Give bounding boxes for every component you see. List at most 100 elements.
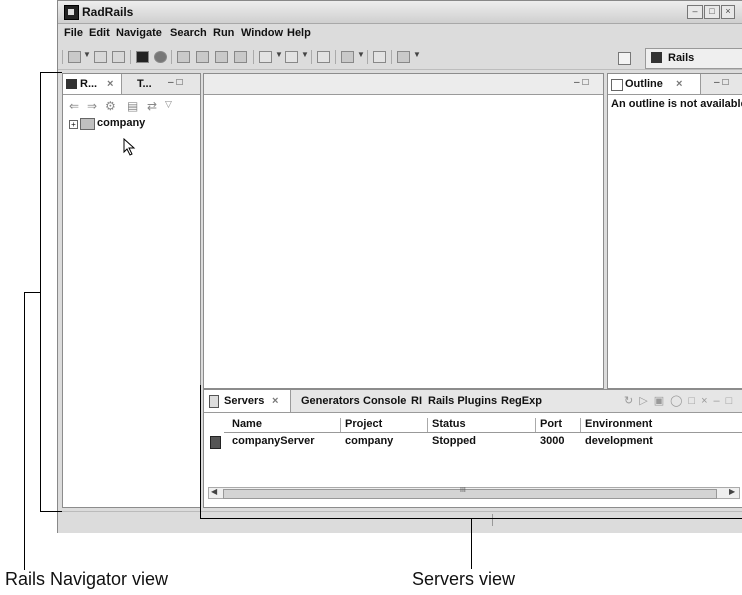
column-header-port[interactable]: Port [540, 418, 562, 430]
editor-area: –□ [203, 73, 604, 389]
previous-annotation-icon[interactable] [285, 51, 298, 63]
chevron-down-icon[interactable]: ▼ [413, 50, 421, 59]
menu-file[interactable]: File [64, 27, 83, 39]
back-icon[interactable] [317, 51, 330, 63]
minimize-icon[interactable]: – [687, 5, 703, 19]
menu-search[interactable]: Search [170, 27, 207, 39]
open-perspective-icon[interactable] [618, 52, 631, 65]
stop-icon[interactable]: ▣ [654, 395, 670, 407]
column-separator[interactable] [340, 418, 341, 432]
column-header-name[interactable]: Name [232, 418, 262, 430]
tab-generators[interactable]: Generators [301, 390, 360, 412]
scroll-left-icon[interactable]: ◀ [211, 487, 217, 496]
callout-leader [200, 385, 201, 518]
tab-ri[interactable]: RI [411, 390, 422, 412]
status-bar [58, 511, 742, 530]
toolbar-separator [62, 50, 63, 64]
scroll-right-icon[interactable]: ▶ [729, 487, 735, 496]
tab-rails-plugins[interactable]: Rails Plugins [428, 390, 497, 412]
server-icon [209, 395, 219, 408]
globe-icon[interactable] [154, 51, 167, 63]
minimize-maximize-icon[interactable]: –□ [714, 395, 739, 407]
chevron-down-icon[interactable]: ▼ [275, 50, 283, 59]
tab-console[interactable]: Console [363, 390, 406, 412]
chevron-down-icon[interactable]: ▼ [301, 50, 309, 59]
new-icon[interactable] [68, 51, 81, 63]
project-folder-icon [80, 118, 95, 130]
column-separator[interactable] [580, 418, 581, 432]
collapse-all-icon[interactable]: ▤ [127, 99, 138, 113]
tab-regexp[interactable]: RegExp [501, 390, 542, 412]
callout-leader [24, 292, 41, 293]
scrollbar-grip: III [460, 487, 466, 494]
menu-window[interactable]: Window [241, 27, 283, 39]
callout-leader [40, 72, 62, 73]
minimize-maximize-icon[interactable]: –□ [714, 77, 732, 88]
menu-navigate[interactable]: Navigate [116, 27, 162, 39]
chevron-down-icon[interactable]: ▼ [357, 50, 365, 59]
window-title: RadRails [82, 5, 134, 19]
navigator-tab-bar: R... × T... –□ [63, 74, 200, 95]
close-icon[interactable]: × [272, 390, 278, 412]
perspective-label: Rails [668, 52, 695, 64]
expand-icon[interactable]: + [69, 120, 78, 129]
horizontal-scrollbar[interactable]: ◀ III ▶ [208, 487, 740, 499]
maximize-icon[interactable]: □ [704, 5, 720, 19]
refresh-icon[interactable]: ↻ [624, 395, 639, 407]
remove-icon[interactable]: × [701, 395, 713, 407]
forward-arrow-icon[interactable]: ⇒ [87, 99, 97, 113]
back-arrow-icon[interactable]: ⇐ [69, 99, 79, 113]
pencil-icon[interactable] [373, 51, 386, 63]
radrails-window: RadRails – □ × File Edit Navigate Search… [57, 0, 742, 533]
minimize-maximize-icon[interactable]: –□ [574, 77, 592, 88]
home-icon[interactable]: ⚙ [105, 99, 116, 113]
print-icon[interactable] [112, 51, 125, 63]
tab-test[interactable]: T... [127, 74, 157, 94]
callout-leader [24, 292, 25, 570]
save-icon[interactable] [94, 51, 107, 63]
navigator-view-toolbar: ⇐ ⇒ ⚙ ▤ ⇄ ▽ [69, 99, 193, 113]
column-separator[interactable] [427, 418, 428, 432]
browse-icon[interactable]: ◯ [670, 395, 688, 407]
tab-servers[interactable]: Servers × [204, 390, 291, 412]
cell-status: Stopped [432, 435, 476, 447]
toolbar-separator [335, 50, 336, 64]
terminal-icon[interactable] [136, 51, 149, 63]
minimize-maximize-icon[interactable]: –□ [168, 77, 186, 88]
menu-help[interactable]: Help [287, 27, 311, 39]
column-separator[interactable] [535, 418, 536, 432]
column-header-status[interactable]: Status [432, 418, 466, 430]
rails-navigator-view: R... × T... –□ ⇐ ⇒ ⚙ ▤ ⇄ ▽ + company [62, 73, 201, 508]
table-row[interactable]: companyServer company Stopped 3000 devel… [210, 435, 742, 449]
outline-view: Outline × –□ An outline is not available… [607, 73, 742, 389]
column-header-project[interactable]: Project [345, 418, 382, 430]
rails-perspective-button[interactable]: Rails [645, 48, 742, 69]
search-icon[interactable] [397, 51, 410, 63]
menu-edit[interactable]: Edit [89, 27, 110, 39]
menu-bar: File Edit Navigate Search Run Window Hel… [58, 24, 742, 42]
migration-icon[interactable] [234, 51, 247, 63]
toolbar-separator [391, 50, 392, 64]
controller-icon[interactable] [196, 51, 209, 63]
link-editor-icon[interactable]: ⇄ [147, 99, 157, 113]
callout-rails-navigator: Rails Navigator view [5, 569, 169, 589]
model-icon[interactable] [215, 51, 228, 63]
add-icon[interactable]: □ [688, 395, 701, 407]
start-icon[interactable]: ▷ [639, 395, 653, 407]
scrollbar-thumb[interactable]: III [223, 487, 717, 499]
status-separator [492, 514, 493, 526]
menu-run[interactable]: Run [213, 27, 234, 39]
view-menu-icon[interactable]: ▽ [165, 99, 172, 110]
generator-icon[interactable] [177, 51, 190, 63]
tab-rails-navigator[interactable]: R... × [63, 74, 122, 94]
tab-outline[interactable]: Outline × [608, 74, 701, 94]
column-header-environment[interactable]: Environment [585, 418, 652, 430]
close-icon[interactable]: × [721, 5, 735, 19]
tree-item-company[interactable]: + company [69, 117, 189, 132]
cell-project: company [345, 435, 394, 447]
next-annotation-icon[interactable] [259, 51, 272, 63]
close-icon[interactable]: × [676, 74, 682, 94]
close-icon[interactable]: × [107, 74, 113, 94]
debug-icon[interactable] [341, 51, 354, 63]
chevron-down-icon[interactable]: ▼ [83, 50, 91, 59]
